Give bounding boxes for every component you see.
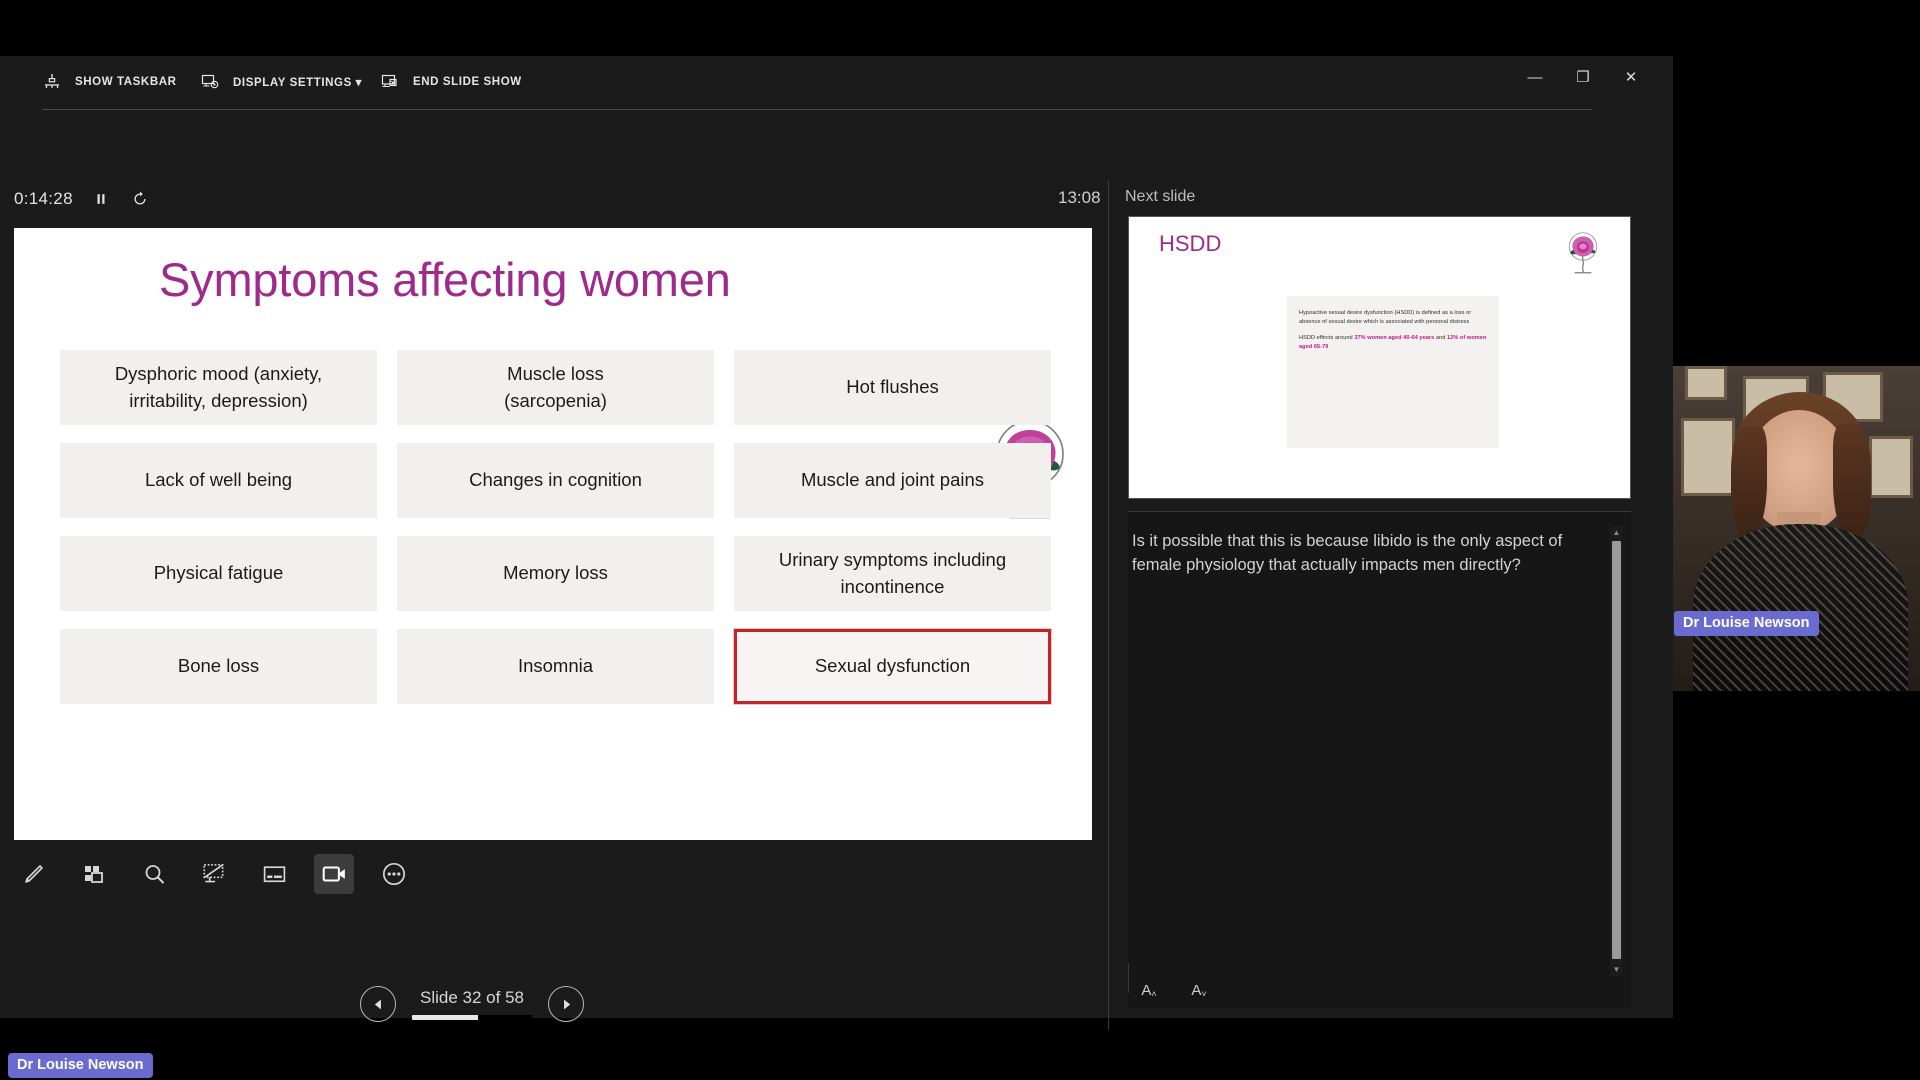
webcam-video-tile[interactable] xyxy=(1673,366,1920,691)
command-bar-divider xyxy=(42,109,1592,110)
display-settings-label: DISPLAY SETTINGS ▾ xyxy=(233,77,363,89)
symptom-label: Muscle and joint pains xyxy=(800,469,985,491)
preview-stat-1: 37% women aged 40-64 years xyxy=(1354,335,1435,342)
symptom-box[interactable]: Physical fatigue xyxy=(60,536,377,611)
restore-button[interactable]: ❐ xyxy=(1563,62,1603,92)
presentation-timer: 0:14:28 xyxy=(14,188,151,210)
symptom-label: Changes in cognition xyxy=(469,469,642,491)
picture-frame xyxy=(1685,366,1727,400)
symptom-box[interactable]: Hot flushes xyxy=(734,350,1051,425)
blank-screen-icon[interactable] xyxy=(194,854,234,894)
decrease-font-label: A xyxy=(1191,982,1202,999)
notes-footer: A ˄ A ˅ xyxy=(1128,963,1631,999)
display-settings-button[interactable]: DISPLAY SETTINGS ▾ xyxy=(200,72,362,92)
pause-timer-button[interactable] xyxy=(90,188,112,210)
slide-counter-group: Slide 32 of 58 xyxy=(412,988,532,1020)
scroll-up-icon[interactable]: ▲ xyxy=(1610,526,1623,539)
window-controls: — ❐ ✕ xyxy=(1515,62,1651,92)
show-taskbar-button[interactable]: SHOW TASKBAR xyxy=(42,72,177,92)
slide-counter: Slide 32 of 58 xyxy=(420,988,524,1007)
rose-logo-icon xyxy=(1563,231,1603,277)
symptom-label: Physical fatigue xyxy=(153,562,284,584)
slide-progress-fill xyxy=(412,1015,478,1020)
symptom-grid: Dysphoric mood (anxiety, irritability, d… xyxy=(60,350,1051,704)
symptom-box[interactable]: Urinary symptoms including incontinence xyxy=(734,536,1051,611)
symptom-label: Insomnia xyxy=(517,655,594,677)
screen: SHOW TASKBAR DISPLAY SETTINGS ▾ END SLID… xyxy=(0,0,1920,1080)
slide-title: Symptoms affecting women xyxy=(159,253,731,306)
speaker-torso xyxy=(1693,524,1908,691)
symptom-box[interactable]: Changes in cognition xyxy=(397,443,714,518)
presenter-toolbar xyxy=(14,854,414,894)
taskbar-name-badge[interactable]: Dr Louise Newson xyxy=(8,1053,153,1078)
previous-slide-button[interactable] xyxy=(360,986,396,1022)
end-slideshow-icon xyxy=(380,72,400,92)
symptom-label: Memory loss xyxy=(503,562,608,584)
symptom-label: Muscle loss (sarcopenia) xyxy=(504,363,607,411)
picture-frame xyxy=(1869,436,1913,498)
preview-slide-title: HSDD xyxy=(1159,231,1222,256)
symptom-box[interactable]: Sexual dysfunction xyxy=(734,629,1051,704)
symptom-label: Sexual dysfunction xyxy=(814,655,971,677)
next-slide-button[interactable] xyxy=(548,986,584,1022)
caret-up-icon: ˄ xyxy=(1151,989,1157,999)
camera-icon[interactable] xyxy=(314,854,354,894)
symptom-box[interactable]: Dysphoric mood (anxiety, irritability, d… xyxy=(60,350,377,425)
more-options-icon[interactable] xyxy=(374,854,414,894)
display-settings-icon xyxy=(200,72,220,92)
preview-stat-prefix: HSDD effects around xyxy=(1299,335,1355,342)
restart-timer-button[interactable] xyxy=(129,188,151,210)
slide-navigation: Slide 32 of 58 xyxy=(360,986,584,1022)
preview-paragraph-2: HSDD effects around 37% women aged 40-64… xyxy=(1299,334,1487,352)
pen-icon[interactable] xyxy=(14,854,54,894)
notes-scroll-thumb[interactable] xyxy=(1612,541,1621,959)
end-slide-show-button[interactable]: END SLIDE SHOW xyxy=(380,72,522,92)
symptom-label: Dysphoric mood (anxiety, irritability, d… xyxy=(114,363,323,411)
symptom-label: Lack of well being xyxy=(144,469,293,491)
speaker-notes-text: Is it possible that this is because libi… xyxy=(1132,532,1563,574)
current-slide[interactable]: Symptoms affecting women Dysphoric mood … xyxy=(14,228,1092,840)
preview-paragraph-1: Hypoactive sexual desire dysfunction (HS… xyxy=(1299,310,1472,326)
symptom-box[interactable]: Memory loss xyxy=(397,536,714,611)
symptom-label: Bone loss xyxy=(177,655,260,677)
caret-down-icon: ˅ xyxy=(1201,989,1207,999)
preview-stat-mid: and xyxy=(1434,335,1447,342)
symptom-box[interactable]: Muscle loss (sarcopenia) xyxy=(397,350,714,425)
speaker-hair-left xyxy=(1731,426,1767,538)
slide-progress-bar[interactable] xyxy=(412,1015,532,1020)
timer-value: 0:14:28 xyxy=(14,189,73,208)
symptom-box[interactable]: Bone loss xyxy=(60,629,377,704)
close-button[interactable]: ✕ xyxy=(1611,62,1651,92)
all-slides-icon[interactable] xyxy=(74,854,114,894)
subtitles-icon[interactable] xyxy=(254,854,294,894)
speaker-notes-panel[interactable]: Is it possible that this is because libi… xyxy=(1128,511,1631,1009)
symptom-label: Hot flushes xyxy=(846,376,939,398)
wall-clock: 13:08 xyxy=(1058,188,1101,207)
notes-footer-divider xyxy=(1128,963,1129,993)
symptom-label: Urinary symptoms including incontinence xyxy=(778,549,1007,597)
next-slide-preview[interactable]: HSDD Hypoactive sexual desire dysfunctio… xyxy=(1128,216,1631,499)
symptom-box[interactable]: Muscle and joint pains xyxy=(734,443,1051,518)
preview-text-block: Hypoactive sexual desire dysfunction (HS… xyxy=(1287,296,1499,448)
decrease-font-size-button[interactable]: A ˅ xyxy=(1184,973,1214,999)
next-slide-label: Next slide xyxy=(1125,188,1196,205)
minimize-button[interactable]: — xyxy=(1515,62,1555,92)
show-taskbar-label: SHOW TASKBAR xyxy=(75,76,177,88)
speaker-hair-right xyxy=(1833,424,1871,540)
increase-font-label: A xyxy=(1141,982,1152,999)
panel-divider xyxy=(1108,180,1109,1030)
notes-scrollbar[interactable]: ▲ ▼ xyxy=(1610,526,1623,976)
presenter-view-window: SHOW TASKBAR DISPLAY SETTINGS ▾ END SLID… xyxy=(0,56,1673,1030)
symptom-box[interactable]: Insomnia xyxy=(397,629,714,704)
symptom-box[interactable]: Lack of well being xyxy=(60,443,377,518)
picture-frame xyxy=(1681,418,1735,496)
presenter-command-bar: SHOW TASKBAR DISPLAY SETTINGS ▾ END SLID… xyxy=(0,56,1673,112)
end-slide-show-label: END SLIDE SHOW xyxy=(413,76,522,88)
increase-font-size-button[interactable]: A ˄ xyxy=(1134,973,1164,999)
zoom-in-icon[interactable] xyxy=(134,854,174,894)
taskbar-icon xyxy=(42,72,62,92)
webcam-name-badge: Dr Louise Newson xyxy=(1674,611,1819,636)
